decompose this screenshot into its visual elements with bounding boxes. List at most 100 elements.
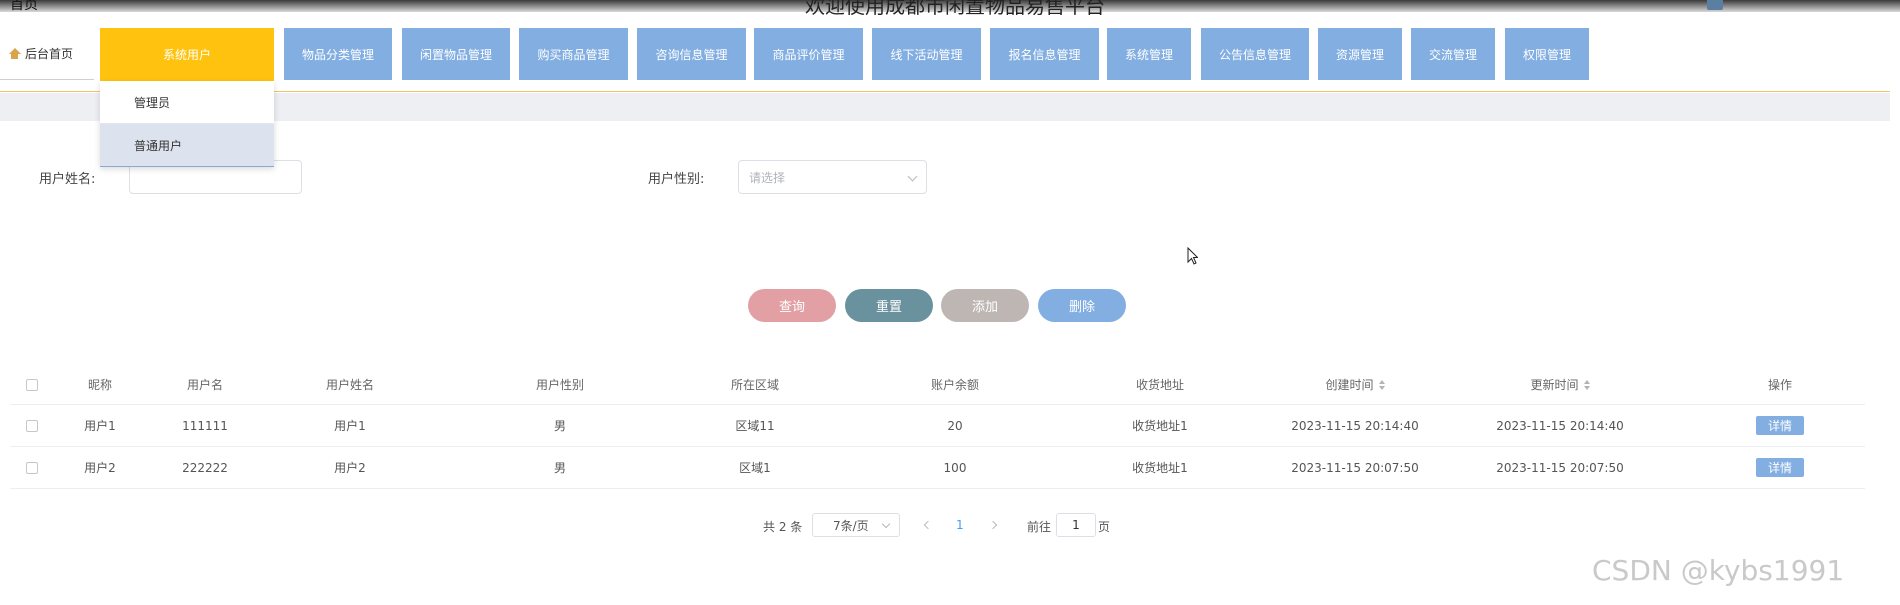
gender-select[interactable]: 请选择: [738, 160, 927, 194]
col-updated[interactable]: 更新时间: [1460, 365, 1660, 404]
col-action: 操作: [1767, 378, 1792, 392]
col-address: 收货地址: [1135, 378, 1184, 392]
gender-placeholder: 请选择: [749, 170, 786, 185]
sort-icon[interactable]: [1378, 379, 1385, 390]
nav-item-category[interactable]: 物品分类管理: [284, 28, 392, 80]
row-checkbox[interactable]: [26, 461, 38, 474]
cell-created: 2023-11-15 20:14:40: [1291, 418, 1419, 433]
chevron-down-icon: [881, 519, 891, 529]
nav-item-label: 物品分类管理: [301, 47, 374, 62]
col-created-label: 创建时间: [1325, 378, 1374, 392]
home-icon: [8, 47, 21, 60]
col-region: 所在区域: [730, 378, 779, 392]
select-all-cell: [22, 365, 42, 404]
select-all-checkbox[interactable]: [26, 378, 38, 391]
nav-item-idle-goods[interactable]: 闲置物品管理: [402, 28, 510, 80]
cell-realname: 用户2: [334, 461, 366, 475]
cell-gender: 男: [553, 419, 566, 433]
col-balance: 账户余额: [930, 378, 979, 392]
gender-label: 用户性别:: [648, 172, 705, 187]
nav-item-label: 资源管理: [1335, 47, 1384, 62]
add-button[interactable]: 添加: [941, 289, 1029, 322]
cell-username: 222222: [182, 460, 228, 475]
nav-item-permission[interactable]: 权限管理: [1505, 28, 1589, 80]
detail-button[interactable]: 详情: [1756, 458, 1804, 477]
cell-action: 详情: [1710, 447, 1850, 488]
goto-label: 前往: [1027, 520, 1052, 534]
table-row: 用户2 222222 用户2 男 区域1 100 收货地址1 2023-11-1…: [10, 447, 1865, 489]
detail-button[interactable]: 详情: [1756, 416, 1804, 435]
cell-address: 收货地址1: [1132, 461, 1188, 475]
cell-nickname: 用户2: [84, 461, 116, 475]
col-gender: 用户性别: [535, 378, 584, 392]
nav-item-system-users[interactable]: 系统用户: [100, 28, 274, 81]
nav-home[interactable]: 后台首页: [0, 28, 94, 80]
sort-icon[interactable]: [1583, 379, 1590, 390]
nav-item-notice[interactable]: 公告信息管理: [1201, 28, 1309, 80]
cell-region: 区域1: [739, 461, 771, 475]
top-header: 首页 欢迎使用成都市闲置物品易售平台: [0, 0, 1900, 18]
dropdown-item-normal-user[interactable]: 普通用户: [100, 124, 274, 167]
cell-balance: 20: [947, 418, 963, 433]
row-select-cell: [22, 447, 42, 488]
cell-realname: 用户1: [334, 419, 366, 433]
nav-item-exchange[interactable]: 交流管理: [1411, 28, 1495, 80]
reset-button[interactable]: 重置: [845, 289, 933, 322]
next-page-icon[interactable]: [988, 520, 998, 530]
nav-item-label: 商品评价管理: [772, 47, 845, 62]
page-title: 欢迎使用成都市闲置物品易售平台: [805, 0, 1105, 18]
nav-item-review[interactable]: 商品评价管理: [754, 28, 863, 80]
page-suffix: 页: [1098, 520, 1111, 534]
nav-item-system[interactable]: 系统管理: [1107, 28, 1191, 80]
col-username: 用户名: [186, 378, 223, 392]
nav-item-label: 闲置物品管理: [419, 47, 492, 62]
watermark: CSDN @kybs1991: [1592, 554, 1845, 587]
row-checkbox[interactable]: [26, 419, 38, 432]
content-divider: [0, 93, 1890, 121]
nav-item-label: 线下活动管理: [890, 47, 963, 62]
query-button[interactable]: 查询: [748, 289, 836, 322]
nav-item-label: 购买商品管理: [537, 47, 610, 62]
nav-item-label: 报名信息管理: [1008, 47, 1081, 62]
nav-item-label: 公告信息管理: [1218, 47, 1291, 62]
dropdown-item-admin[interactable]: 管理员: [100, 81, 274, 124]
page-number-current[interactable]: 1: [956, 518, 964, 532]
cell-address: 收货地址1: [1132, 419, 1188, 433]
col-realname: 用户姓名: [325, 378, 374, 392]
cell-action: 详情: [1710, 405, 1850, 446]
delete-button[interactable]: 删除: [1038, 289, 1126, 322]
nav-item-purchase[interactable]: 购买商品管理: [519, 28, 628, 80]
goto-page-input[interactable]: 1: [1056, 513, 1096, 537]
cell-updated: 2023-11-15 20:14:40: [1496, 418, 1624, 433]
name-label: 用户姓名:: [39, 172, 96, 187]
nav-item-label: 权限管理: [1522, 47, 1571, 62]
nav-item-label: 系统用户: [162, 48, 211, 62]
cell-username: 111111: [182, 418, 228, 433]
prev-page-icon[interactable]: [923, 520, 933, 530]
cell-balance: 100: [943, 460, 967, 475]
nav-item-resource[interactable]: 资源管理: [1318, 28, 1402, 80]
table-row: 用户1 111111 用户1 男 区域11 20 收货地址1 2023-11-1…: [10, 405, 1865, 447]
table-header: 昵称 用户名 用户姓名 用户性别 所在区域 账户余额 收货地址 创建时间 更新时…: [10, 365, 1865, 405]
breadcrumb[interactable]: 首页: [10, 0, 38, 14]
page-size-value: 7条/页: [833, 518, 869, 533]
pagination-total: 共 2 条: [763, 520, 803, 534]
row-select-cell: [22, 405, 42, 446]
nav-item-offline-activity[interactable]: 线下活动管理: [872, 28, 981, 80]
nav-item-consult[interactable]: 咨询信息管理: [637, 28, 746, 80]
avatar-icon[interactable]: [1707, 0, 1723, 10]
mouse-cursor-icon: [1187, 247, 1198, 265]
nav-item-registration[interactable]: 报名信息管理: [990, 28, 1099, 80]
nav-item-label: 咨询信息管理: [655, 47, 728, 62]
nav-item-label: 系统管理: [1124, 47, 1173, 62]
cell-gender: 男: [553, 461, 566, 475]
chevron-down-icon: [907, 171, 918, 182]
top-nav: 后台首页 系统用户 物品分类管理 闲置物品管理 购买商品管理 咨询信息管理 商品…: [0, 28, 1890, 92]
nav-home-label: 后台首页: [25, 47, 74, 61]
cell-created: 2023-11-15 20:07:50: [1291, 460, 1419, 475]
page-size-select[interactable]: 7条/页: [812, 513, 900, 537]
col-nickname: 昵称: [87, 378, 112, 392]
system-users-dropdown: 管理员 普通用户: [100, 81, 274, 167]
col-created[interactable]: 创建时间: [1260, 365, 1450, 404]
col-updated-label: 更新时间: [1530, 378, 1579, 392]
